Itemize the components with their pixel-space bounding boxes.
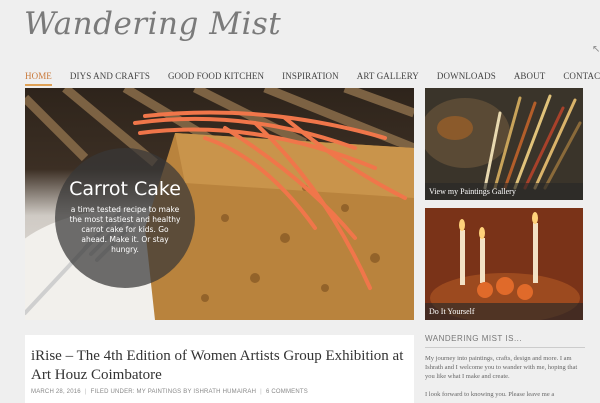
nav-diys-and-crafts[interactable]: DIYS AND CRAFTS bbox=[70, 71, 150, 86]
site-logo[interactable]: Wandering Mist bbox=[24, 6, 281, 42]
post-comments-link[interactable]: 6 COMMENTS bbox=[266, 389, 308, 395]
paintings-gallery-caption: View my Paintings Gallery bbox=[425, 183, 583, 200]
post-category-link[interactable]: FILED UNDER: MY PAINTINGS BY ISHRATH HUM… bbox=[91, 389, 257, 395]
nav-art-gallery[interactable]: ART GALLERY bbox=[357, 71, 419, 86]
hero-title: Carrot Cake bbox=[69, 178, 181, 200]
nav-downloads[interactable]: DOWNLOADS bbox=[437, 71, 496, 86]
nav-inspiration[interactable]: INSPIRATION bbox=[282, 71, 339, 86]
widget-divider bbox=[425, 347, 585, 348]
widget-text-2: I look forward to knowing you. Please le… bbox=[425, 391, 555, 398]
post-title[interactable]: iRise – The 4th Edition of Women Artists… bbox=[31, 347, 408, 385]
post-meta: MARCH 28, 2016 | FILED UNDER: MY PAINTINGS… bbox=[31, 389, 308, 395]
hero-subtitle: a time tested recipe to make the most ta… bbox=[69, 205, 181, 254]
diy-caption: Do It Yourself bbox=[425, 303, 583, 320]
post-date: MARCH 28, 2016 bbox=[31, 389, 81, 395]
about-widget: WANDERING MIST IS... My journey into pai… bbox=[425, 334, 585, 399]
diy-card[interactable]: Do It Yourself bbox=[425, 208, 583, 320]
hero-caption-circle: Carrot Cake a time tested recipe to make… bbox=[55, 148, 195, 288]
widget-text: My journey into paintings, crafts, desig… bbox=[425, 355, 578, 380]
paintings-gallery-card[interactable]: View my Paintings Gallery bbox=[425, 88, 583, 200]
nav-home[interactable]: HOME bbox=[25, 71, 52, 86]
nav-about[interactable]: ABOUT bbox=[514, 71, 546, 86]
hero-slider[interactable]: Carrot Cake a time tested recipe to make… bbox=[25, 88, 414, 320]
cursor-icon: ↖ bbox=[592, 44, 600, 55]
main-nav: HOME DIYS AND CRAFTS GOOD FOOD KITCHEN I… bbox=[25, 71, 600, 86]
widget-title: WANDERING MIST IS... bbox=[425, 334, 523, 343]
nav-good-food-kitchen[interactable]: GOOD FOOD KITCHEN bbox=[168, 71, 264, 86]
nav-contact-me[interactable]: CONTACT ME bbox=[563, 71, 600, 86]
latest-post: iRise – The 4th Edition of Women Artists… bbox=[25, 335, 414, 403]
